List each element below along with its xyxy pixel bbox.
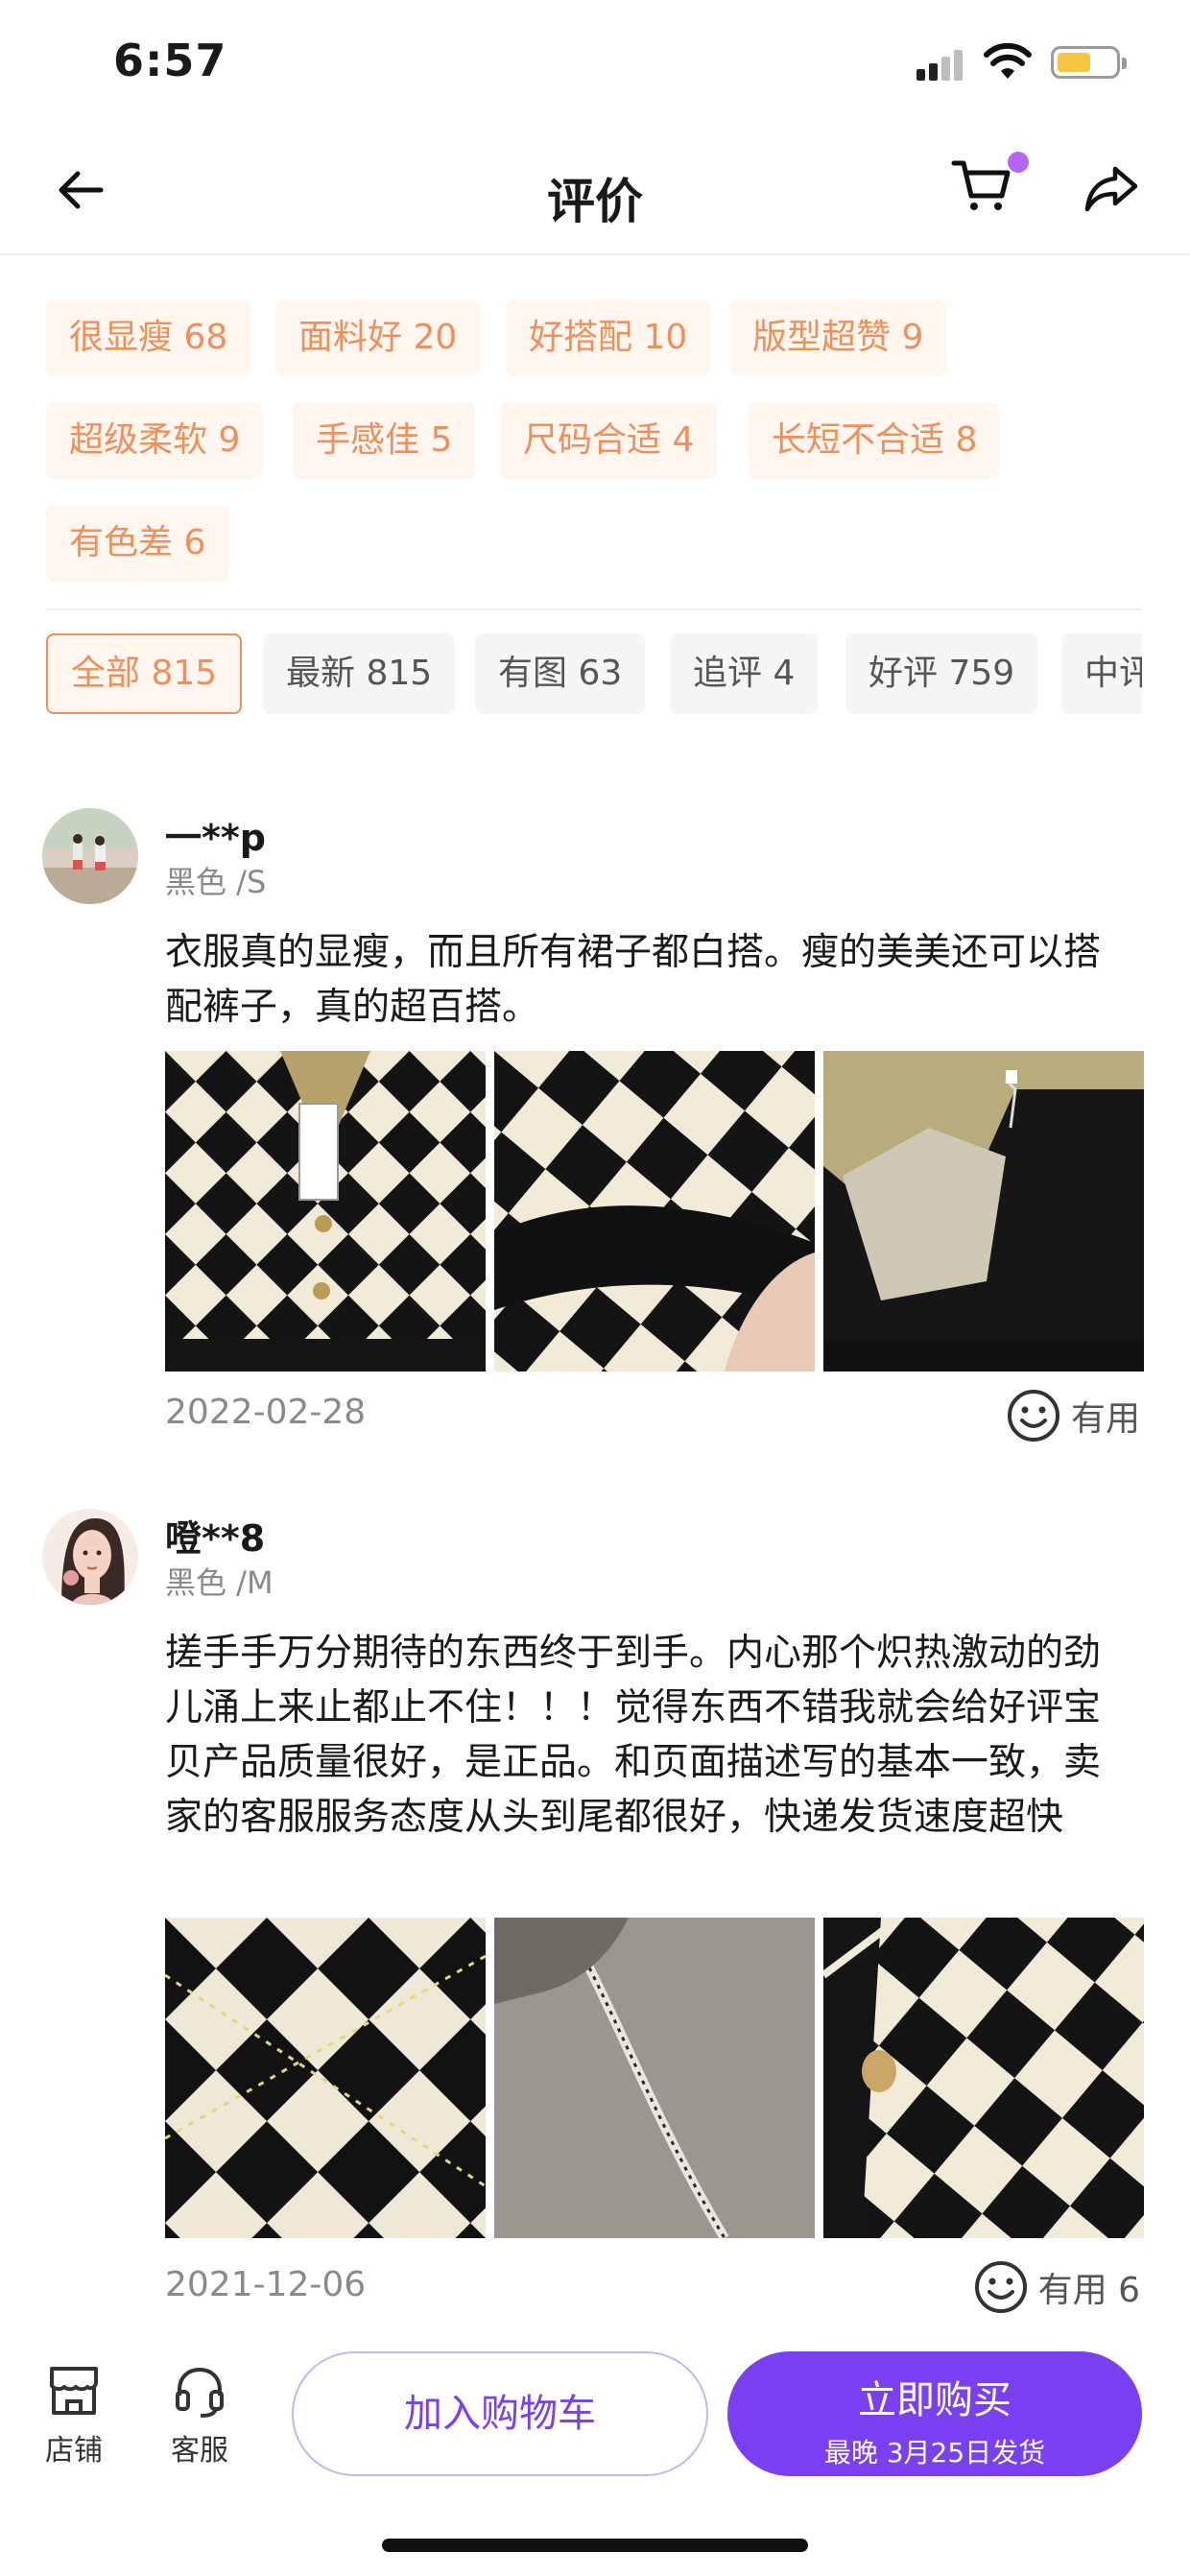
smiley-icon <box>1007 1390 1059 1442</box>
review-date: 2021-12-06 <box>165 2265 367 2304</box>
keyword-tag[interactable]: 版型超赞 9 <box>729 299 947 376</box>
keyword-tag[interactable]: 尺码合适 4 <box>500 402 718 479</box>
store-icon <box>50 2367 98 2415</box>
cart-badge-dot <box>1008 152 1029 173</box>
buy-now-button[interactable]: 立即购买 最晚 3月25日发货 <box>727 2351 1142 2476</box>
buy-now-label: 立即购买 <box>858 2378 1012 2422</box>
status-bar: 6:57 <box>0 0 1190 130</box>
review-sku: 黑色 /M <box>165 1564 274 1601</box>
nav-bar: 评价 <box>0 134 1190 255</box>
keyword-tag[interactable]: 有色差 6 <box>46 505 229 582</box>
review-photo[interactable] <box>823 1051 1144 1371</box>
useful-button[interactable]: 有用 6 <box>973 2259 1140 2315</box>
keyword-tag[interactable]: 手感佳 5 <box>293 402 476 479</box>
review-content: 衣服真的显瘦，而且所有裙子都白搭。瘦的美美还可以搭配裤子，真的超百搭。 <box>165 931 1102 1029</box>
avatar[interactable] <box>42 1509 138 1605</box>
review-photos <box>165 1918 1144 2238</box>
keyword-tag[interactable]: 长短不合适 8 <box>749 402 1001 479</box>
useful-label: 有用 6 <box>1037 2271 1140 2310</box>
filter-positive[interactable]: 好评 759 <box>845 633 1038 714</box>
filter-follow-up[interactable]: 追评 4 <box>670 633 819 714</box>
shop-label: 店铺 <box>45 2434 103 2468</box>
divider <box>46 608 1142 610</box>
add-to-cart-button[interactable]: 加入购物车 <box>292 2351 708 2476</box>
cart-icon[interactable] <box>950 154 1013 217</box>
review-username: 噔**8 <box>165 1517 266 1560</box>
useful-label: 有用 <box>1070 1399 1140 1439</box>
filter-latest[interactable]: 最新 815 <box>263 633 456 714</box>
home-indicator <box>382 2539 808 2552</box>
review-sku: 黑色 /S <box>165 864 267 900</box>
wifi-icon <box>984 42 1032 79</box>
review-photo[interactable] <box>165 1918 486 2238</box>
keyword-tag[interactable]: 超级柔软 9 <box>46 402 264 479</box>
smiley-icon <box>974 2261 1027 2313</box>
customer-service-button[interactable]: 客服 <box>156 2361 243 2469</box>
review-photo[interactable] <box>494 1051 815 1371</box>
review-username: 一**p <box>165 817 266 859</box>
battery-icon <box>1051 46 1127 79</box>
avatar[interactable] <box>42 808 138 904</box>
filter-with-photos[interactable]: 有图 63 <box>475 633 646 714</box>
review-photo[interactable] <box>823 1918 1144 2238</box>
signal-icon <box>916 48 966 81</box>
keyword-tag[interactable]: 很显瘦 68 <box>46 299 251 376</box>
review-date: 2022-02-28 <box>165 1393 367 1432</box>
keyword-tag[interactable]: 好搭配 10 <box>506 299 711 376</box>
review-content: 搓手手万分期待的东西终于到手。内心那个炽热激动的劲儿涌上来止都止不住！！！觉得东… <box>165 1632 1102 1839</box>
delivery-estimate: 最晚 3月25日发货 <box>823 2437 1046 2469</box>
filter-neutral[interactable]: 中评 <box>1061 633 1142 714</box>
share-icon[interactable] <box>1083 159 1140 217</box>
service-label: 客服 <box>171 2434 228 2468</box>
review-photos <box>165 1051 1144 1371</box>
filter-tabs: 全部 815 最新 815 有图 63 追评 4 好评 759 中评 <box>46 633 1142 716</box>
headset-icon <box>176 2367 224 2418</box>
review-photo[interactable] <box>165 1051 486 1371</box>
filter-all[interactable]: 全部 815 <box>46 633 243 714</box>
review-photo[interactable] <box>494 1918 815 2238</box>
status-time: 6:57 <box>113 35 227 86</box>
shop-button[interactable]: 店铺 <box>31 2361 117 2469</box>
useful-button[interactable]: 有用 <box>1006 1388 1140 1443</box>
keyword-tag[interactable]: 面料好 20 <box>275 299 481 376</box>
